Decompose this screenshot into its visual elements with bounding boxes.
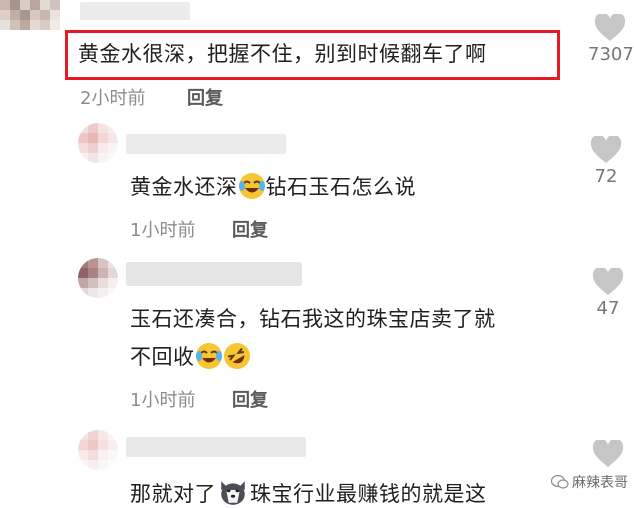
- heart-icon: [592, 268, 624, 295]
- wechat-icon: [550, 474, 569, 489]
- heart-icon: [592, 440, 624, 467]
- crying-laughing-emoji: [238, 173, 265, 199]
- comment-text-part: 钻石玉石怎么说: [265, 175, 416, 199]
- rolling-laughing-emoji: [223, 343, 250, 369]
- comment-text: 黄金水很深，把握不住，别到时候翻车了啊: [78, 42, 487, 66]
- username-blurred[interactable]: [126, 262, 302, 286]
- avatar[interactable]: [0, 0, 60, 30]
- comment-text: 那就对了 珠宝行业最赚钱的就是这: [130, 477, 487, 508]
- like-button[interactable]: 47: [588, 268, 628, 319]
- husky-emoji: [221, 481, 245, 505]
- like-count: 47: [596, 298, 620, 319]
- reply-button[interactable]: 回复: [232, 386, 268, 412]
- username-blurred[interactable]: [126, 437, 306, 457]
- comment-text: 黄金水还深 钻石玉石怎么说: [130, 172, 416, 201]
- comment-time: 1小时前: [130, 390, 196, 411]
- like-button[interactable]: [588, 440, 628, 468]
- avatar[interactable]: [78, 258, 118, 298]
- comment-time: 2小时前: [80, 88, 146, 109]
- username-blurred[interactable]: [126, 134, 286, 154]
- watermark: 麻辣表哥: [550, 472, 628, 492]
- crying-laughing-emoji: [195, 343, 222, 369]
- comment-text-part: 那就对了: [130, 482, 216, 506]
- comment-text-part: 不回收: [130, 345, 195, 369]
- avatar[interactable]: [78, 430, 118, 470]
- heart-icon: [590, 136, 622, 163]
- reply-button[interactable]: 回复: [232, 216, 268, 242]
- like-count: 72: [594, 166, 618, 187]
- comment-text: 玉石还凑合，钻石我这的珠宝店卖了就: [130, 307, 496, 331]
- comment-text: 不回收: [130, 342, 251, 371]
- avatar[interactable]: [78, 123, 118, 163]
- reply-button[interactable]: 回复: [187, 84, 223, 110]
- comment-time: 1小时前: [130, 220, 196, 241]
- like-count: 7307: [588, 44, 634, 65]
- comment-text-part: 黄金水还深: [130, 175, 238, 199]
- heart-icon: [594, 14, 626, 41]
- like-button[interactable]: 7307: [588, 14, 634, 65]
- username-blurred[interactable]: [80, 2, 190, 20]
- comment-text-part: 珠宝行业最赚钱的就是这: [250, 482, 487, 506]
- like-button[interactable]: 72: [586, 136, 626, 187]
- watermark-text: 麻辣表哥: [572, 475, 628, 491]
